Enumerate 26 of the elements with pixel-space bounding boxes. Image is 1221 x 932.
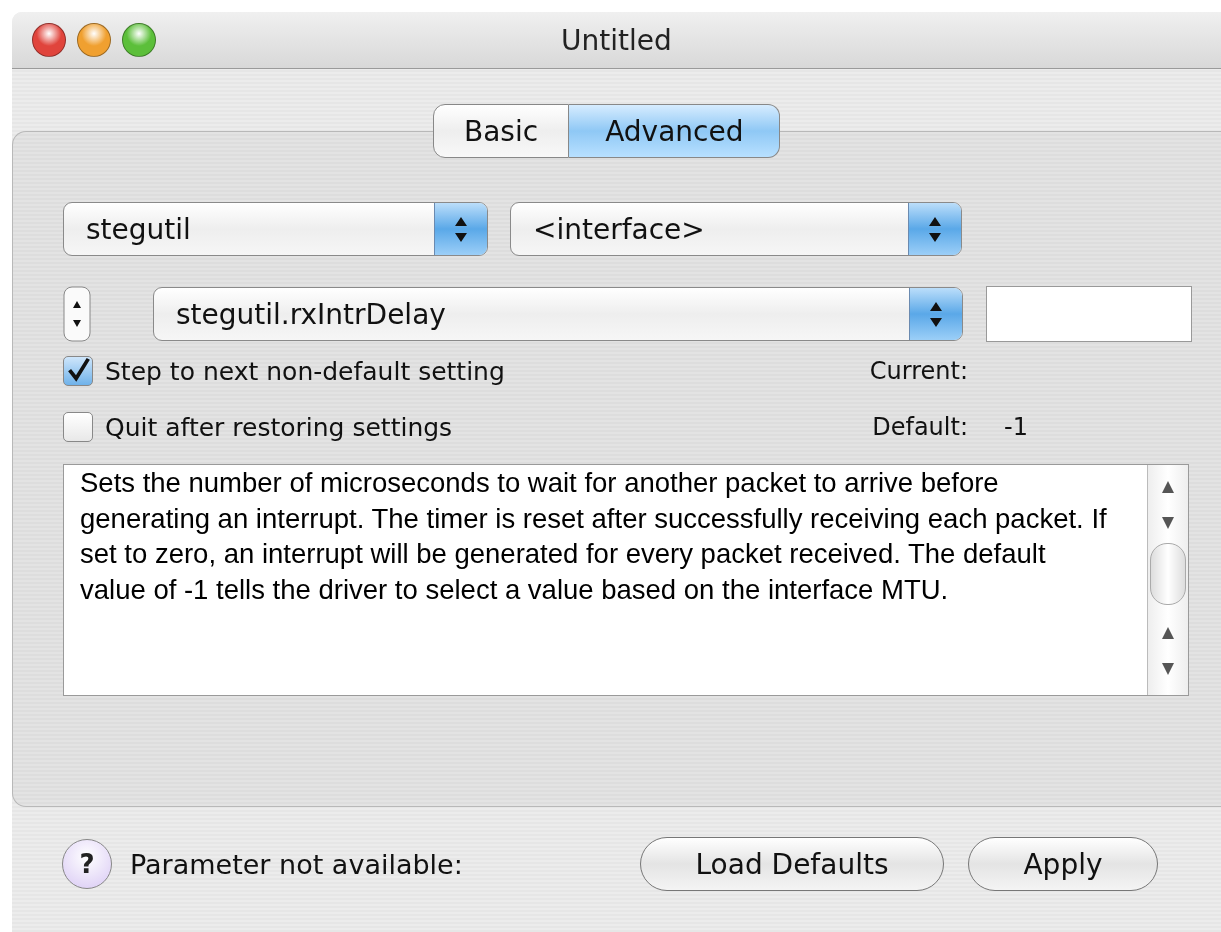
minimize-button[interactable] (77, 23, 111, 57)
up-down-arrows-icon (908, 203, 961, 255)
up-down-arrows-icon (434, 203, 487, 255)
status-text: Parameter not available: (130, 848, 464, 880)
zoom-button[interactable] (122, 23, 156, 57)
help-button[interactable]: ? (62, 839, 112, 889)
apply-button[interactable]: Apply (968, 837, 1158, 891)
module-popup[interactable]: stegutil (63, 202, 488, 256)
load-defaults-button[interactable]: Load Defaults (640, 837, 944, 891)
checkbox[interactable]: Step to next non-default setting (63, 356, 783, 386)
up-down-arrows-icon (909, 288, 962, 340)
interface-popup[interactable]: <interface> (510, 202, 962, 256)
default-value: -1 (1004, 413, 1028, 441)
stepper[interactable] (63, 286, 91, 342)
tab[interactable]: Advanced (569, 104, 781, 158)
scroll-thumb[interactable] (1150, 543, 1186, 605)
window-title: Untitled (561, 23, 672, 57)
value-field[interactable] (986, 286, 1192, 342)
default-label: Default: (871, 413, 968, 441)
checkbox[interactable]: Quit after restoring settings (63, 412, 783, 442)
description-text: Sets the number of microseconds to wait for another packet to arrive before generating an interrupt. The timer is reset after successfully receiving each packet. If set to zero, an interrupt will be generated for every packet received. The default value of -1 tells the driver to select a value based on the interface MTU. (79, 466, 1108, 607)
current-label: Current: (868, 357, 968, 385)
scrollbar[interactable] (1147, 465, 1188, 695)
close-button[interactable] (32, 23, 66, 57)
tab[interactable]: Basic (433, 104, 570, 158)
parameter-popup[interactable]: stegutil.rxIntrDelay (153, 287, 963, 341)
